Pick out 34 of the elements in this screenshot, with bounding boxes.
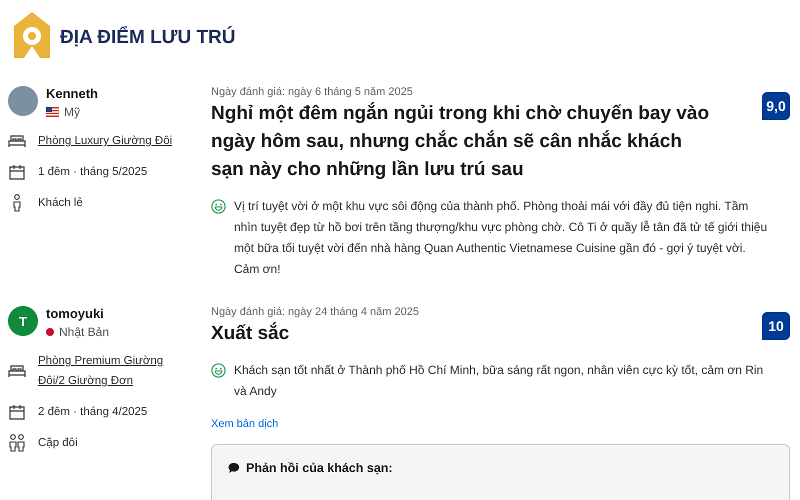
review-date: Ngày đánh giá: ngày 24 tháng 4 năm 2025 — [211, 306, 419, 318]
reply-title: Phản hồi của khách sạn: — [246, 461, 393, 475]
traveler-type: Khách lẻ — [38, 196, 83, 211]
review-text: Khách sạn tốt nhất ở Thành phố Hồ Chí Minh, bữa sáng rất ngon, nhân viên cực kỳ tốt, cảm ơn Rin và Andy — [234, 362, 764, 400]
score-badge: 10 — [762, 312, 790, 340]
calendar-icon — [8, 164, 26, 180]
smiley-icon — [211, 363, 226, 378]
avatar-initial: T — [8, 306, 38, 336]
review-title: Nghỉ một đêm ngắn ngủi trong khi chờ chuyến bay vào ngày hôm sau, nhưng chắc chắn sẽ cân nhắc khách sạn này cho những lần lưu trú sau — [211, 101, 710, 182]
reviewer-name: tomoyuki — [46, 306, 105, 321]
traveler-type: Cặp đôi — [38, 436, 78, 451]
stay-duration: 1 đêm · tháng 5/2025 — [38, 165, 148, 180]
review-date: Ngày đánh giá: ngày 6 tháng 5 năm 2025 — [211, 86, 414, 98]
review-text: Vị trí tuyệt vời ở một khu vực sôi động của thành phố. Phòng thoải mái với đầy đủ tiện nghi. Tầm nhìn tuyệt đẹp từ hồ bơi trên tầng thượng/khu vực phòng chờ. Cô Ti ở quầy lễ tân đã tử tế giới thiệu một bữa tối tuyệt vời đến nhà hàng Quan Authentic Vietnamese Cuisine gần đó - gợi ý tuyệt vời. Cảm ơn! — [234, 198, 768, 278]
stay-duration: 2 đêm · tháng 4/2025 — [38, 405, 148, 420]
reviewer-country: Mỹ — [64, 105, 80, 119]
review-title: Xuất sắc — [211, 321, 290, 346]
bed-icon — [8, 364, 26, 378]
reviewer-country: Nhật Bản — [59, 325, 110, 339]
speech-bubble-icon — [228, 462, 240, 474]
translate-link[interactable]: Xem bản dịch — [211, 418, 278, 430]
page-title: ĐỊA ĐIỂM LƯU TRÚ — [60, 27, 236, 49]
flag-icon — [46, 107, 59, 117]
calendar-icon — [8, 404, 26, 420]
avatar-photo-placeholder — [8, 86, 38, 116]
flag-dot-icon — [46, 328, 54, 336]
room-type-link[interactable]: Phòng Premium Giường Đôi/2 Giường Đơn — [38, 351, 188, 391]
two-people-icon — [8, 434, 26, 452]
bed-icon — [8, 134, 26, 148]
room-type-link[interactable]: Phòng Luxury Giường Đôi — [38, 131, 188, 151]
house-pin-logo-icon — [14, 12, 50, 58]
score-badge: 9,0 — [762, 92, 790, 120]
smiley-icon — [211, 199, 226, 214]
reviewer-name: Kenneth — [46, 86, 98, 101]
